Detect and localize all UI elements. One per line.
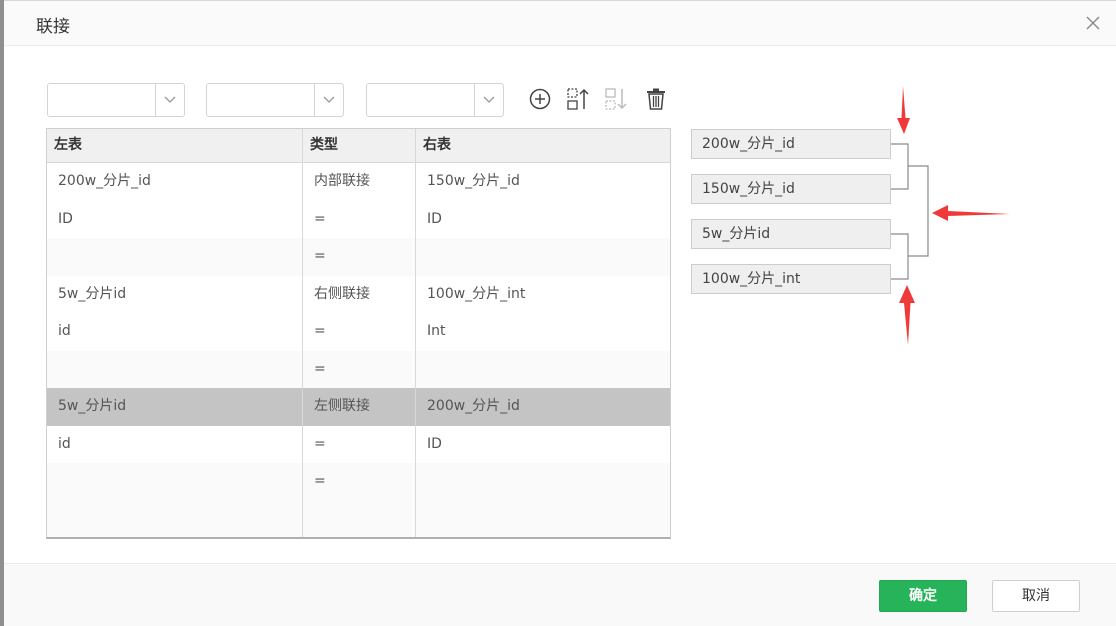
delete-icon[interactable]	[644, 86, 668, 112]
join-type-select[interactable]	[206, 83, 344, 117]
cell-right: ID	[427, 435, 442, 452]
cell-right: ID	[427, 210, 442, 227]
diagram-node[interactable]: 100w_分片_int	[691, 264, 891, 294]
left-table-select[interactable]	[47, 83, 185, 117]
cell-left: 5w_分片id	[47, 388, 303, 426]
arrow-left-annotation-icon	[932, 205, 1010, 221]
cell-right	[416, 463, 670, 501]
cell-right	[416, 238, 670, 276]
table-body: 200w_分片_id 内部联接 150w_分片_id ID = ID = 5w_…	[47, 163, 670, 538]
cell-left	[47, 350, 303, 388]
cell-left: 5w_分片id	[47, 275, 303, 313]
cell-left	[47, 500, 303, 537]
cell-type: =	[303, 200, 416, 238]
join-dialog: 联接 左表 类型 右表 200w_分片_id 内部联接 150w_分片_id I…	[0, 0, 1116, 626]
join-table: 左表 类型 右表 200w_分片_id 内部联接 150w_分片_id ID =…	[46, 128, 671, 539]
cell-type: =	[303, 238, 416, 276]
cell-type: =	[303, 350, 416, 388]
left-table-select-value	[48, 84, 155, 116]
cell-type: =	[303, 463, 416, 501]
dialog-footer: 确定 取消	[4, 563, 1116, 626]
cell-left: id	[47, 425, 303, 463]
diagram-node[interactable]: 150w_分片_id	[691, 174, 891, 204]
cell-left: id	[47, 313, 303, 351]
table-row[interactable]: =	[47, 350, 670, 389]
table-row[interactable]: =	[47, 238, 670, 276]
cell-right: Int	[427, 323, 446, 339]
cell-right: 150w_分片_id	[427, 173, 520, 189]
dialog-header: 联接	[4, 0, 1116, 46]
cell-right: 100w_分片_int	[427, 285, 526, 302]
arrow-up-annotation-icon	[899, 285, 915, 345]
cell-type: =	[303, 313, 416, 351]
join-type-select-value	[207, 84, 314, 116]
move-down-icon[interactable]	[604, 86, 628, 112]
table-row[interactable]: ID = ID	[47, 200, 670, 238]
move-up-icon[interactable]	[566, 86, 590, 112]
table-row[interactable]: id = Int	[47, 313, 670, 351]
table-header: 左表 类型 右表	[47, 129, 670, 163]
cell-left: ID	[47, 200, 303, 238]
header-join-type: 类型	[303, 129, 416, 162]
cancel-button[interactable]: 取消	[992, 580, 1080, 612]
header-right-table: 右表	[423, 137, 451, 153]
cell-type: 左侧联接	[303, 388, 416, 426]
cell-type: 内部联接	[303, 163, 416, 201]
close-icon[interactable]	[1084, 14, 1102, 32]
add-circle-icon[interactable]	[528, 86, 552, 112]
chevron-down-icon	[474, 84, 503, 116]
cell-type: 右侧联接	[303, 275, 416, 313]
table-row[interactable]: 200w_分片_id 内部联接 150w_分片_id	[47, 163, 670, 201]
diagram-node[interactable]: 5w_分片id	[691, 219, 891, 249]
annotation-arrows	[897, 86, 1010, 345]
cell-right	[416, 351, 670, 389]
table-row-selected[interactable]: 5w_分片id 左侧联接 200w_分片_id	[47, 388, 670, 426]
cell-left	[47, 238, 303, 276]
header-left-table: 左表	[47, 129, 303, 162]
right-table-select[interactable]	[366, 83, 504, 117]
right-table-select-value	[367, 84, 474, 116]
table-row[interactable]: =	[47, 463, 670, 501]
table-row[interactable]	[47, 500, 670, 538]
arrow-down-annotation-icon	[897, 86, 910, 134]
cell-right: 200w_分片_id	[427, 398, 520, 414]
diagram-node[interactable]: 200w_分片_id	[691, 129, 891, 159]
chevron-down-icon	[155, 84, 184, 116]
connector-lines	[891, 143, 929, 280]
cell-left	[47, 463, 303, 501]
dialog-title: 联接	[36, 17, 70, 37]
chevron-down-icon	[314, 84, 343, 116]
ok-button[interactable]: 确定	[879, 580, 967, 612]
cell-type: =	[303, 425, 416, 463]
cell-right	[416, 501, 670, 538]
cell-left: 200w_分片_id	[47, 163, 303, 201]
cell-type	[303, 500, 416, 537]
table-row[interactable]: id = ID	[47, 425, 670, 463]
table-row[interactable]: 5w_分片id 右侧联接 100w_分片_int	[47, 275, 670, 313]
